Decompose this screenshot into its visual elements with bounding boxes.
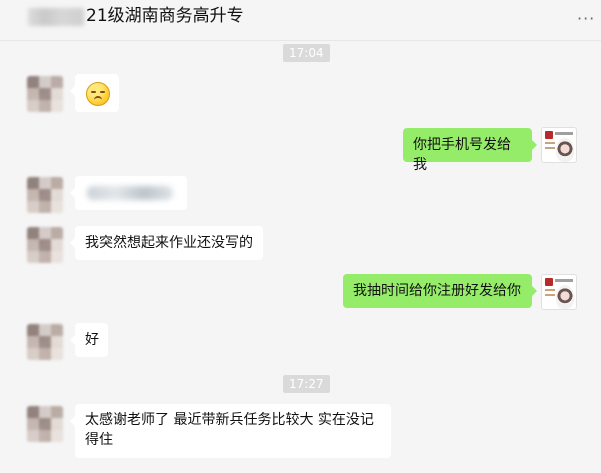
- chat-title: 21级湖南商务高升专: [86, 6, 244, 26]
- message-text: 好: [85, 332, 99, 348]
- contact-avatar-1[interactable]: [27, 76, 63, 112]
- contact-avatar-3[interactable]: [27, 227, 63, 263]
- timestamp-1704: 17:04: [283, 44, 330, 62]
- more-options-icon[interactable]: ···: [577, 11, 594, 27]
- blurred-text: [87, 186, 173, 200]
- contact-avatar-5[interactable]: [27, 406, 63, 442]
- incoming-message-thanks[interactable]: 太感谢老师了 最近带新兵任务比较大 实在没记 得住: [70, 404, 391, 458]
- emoji-message[interactable]: [70, 74, 119, 112]
- outgoing-message-phone-request[interactable]: 你把手机号发给我: [403, 128, 537, 173]
- message-text-line-1: 太感谢老师了 最近带新兵任务比较大 实在没记: [85, 412, 374, 428]
- contact-avatar-4[interactable]: [27, 324, 63, 360]
- incoming-message-ok[interactable]: 好: [70, 323, 108, 357]
- incoming-message-homework[interactable]: 我突然想起来作业还没写的: [70, 226, 263, 260]
- message-text: 我突然想起来作业还没写的: [85, 235, 253, 251]
- self-avatar-2[interactable]: [541, 274, 577, 310]
- message-text: 你把手机号发给我: [413, 137, 511, 173]
- outgoing-message-registration[interactable]: 我抽时间给你注册好发给你: [343, 274, 537, 308]
- chat-header: 21级湖南商务高升专 ···: [0, 0, 601, 41]
- blurred-contact-name: [28, 8, 84, 26]
- message-text-line-2: 得住: [85, 432, 113, 448]
- blurred-message[interactable]: [70, 176, 187, 210]
- sad-face-emoji-icon: [86, 82, 110, 106]
- self-avatar-1[interactable]: [541, 127, 577, 163]
- timestamp-1727: 17:27: [283, 375, 330, 393]
- message-text: 我抽时间给你注册好发给你: [353, 283, 521, 299]
- contact-avatar-2[interactable]: [27, 177, 63, 213]
